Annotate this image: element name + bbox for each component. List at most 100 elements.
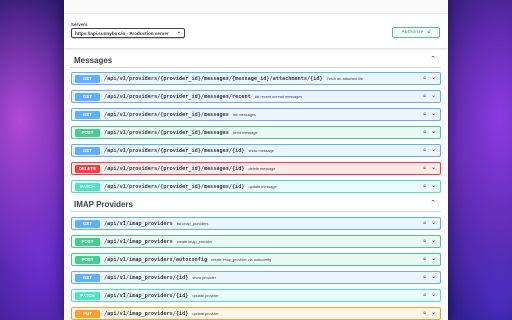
operation-path-wrap: /api/v1/providers/{provider_id}/messages…: [104, 148, 274, 155]
operation-summary: update provider: [192, 294, 219, 298]
http-method-badge: POST: [75, 129, 100, 137]
operation-summary: send message: [232, 131, 258, 135]
http-method-badge: GET: [75, 220, 100, 228]
lock-icon[interactable]: 🔒︎: [423, 111, 426, 118]
chevron-down-icon[interactable]: ⌄: [431, 92, 436, 99]
operation-block[interactable]: GET/api/v1/imap_providers/{id} show provi…: [71, 271, 441, 284]
http-method-badge: DELETE: [75, 165, 100, 173]
http-method-badge: PATCH: [75, 292, 100, 300]
tag-section-header[interactable]: IMAP Providers ⌃: [70, 198, 441, 212]
chevron-down-icon[interactable]: ⌄: [431, 110, 436, 117]
chevron-down-icon[interactable]: ⌄: [431, 219, 436, 226]
operation-block[interactable]: PATCH/api/v1/imap_providers/{id} update p…: [71, 289, 441, 302]
servers-select[interactable]: https://api.sunnybox.io - Production ser…: [71, 28, 185, 38]
operation-block[interactable]: POST/api/v1/imap_providers/autoconfig cre…: [71, 253, 441, 266]
operation-summary: create imap_provider via autoconfig: [211, 258, 272, 262]
chevron-down-icon[interactable]: ⌄: [431, 255, 436, 262]
lock-icon[interactable]: 🔒︎: [423, 256, 426, 263]
operation-path: /api/v1/imap_providers/{id}: [104, 293, 189, 299]
operation-summary: update provider: [192, 312, 219, 316]
operation-summary: delete message: [248, 167, 276, 171]
operation-path-wrap: /api/v1/imap_providers/{id} update provid…: [104, 311, 219, 318]
operation-path: /api/v1/imap_providers/{id}: [104, 311, 189, 317]
operation-path: /api/v1/imap_providers: [104, 221, 173, 227]
operation-path: /api/v1/imap_providers/{id}: [104, 275, 189, 281]
operation-path: /api/v1/imap_providers/autoconfig: [104, 257, 208, 263]
swagger-ui-window: Servers https://api.sunnybox.io - Produc…: [64, 0, 448, 320]
http-method-badge: GET: [75, 75, 100, 83]
operation-summary: Fetch an attached file: [326, 77, 363, 81]
chevron-down-icon[interactable]: ⌄: [431, 128, 436, 135]
operation-block[interactable]: GET/api/v1/providers/{provider_id}/messa…: [71, 90, 441, 103]
operation-path-wrap: /api/v1/imap_providers/autoconfig create …: [104, 257, 271, 264]
operation-path-wrap: /api/v1/providers/{provider_id}/messages…: [104, 94, 302, 101]
tag-section-header[interactable]: Messages ⌃: [70, 54, 441, 68]
http-method-badge: GET: [75, 274, 100, 282]
operation-path-wrap: /api/v1/providers/{provider_id}/messages…: [104, 166, 275, 173]
authorize-button[interactable]: Authorize 🔓︎: [392, 27, 440, 38]
operation-path: /api/v1/providers/{provider_id}/messages…: [104, 166, 245, 172]
operation-path-wrap: /api/v1/providers/{provider_id}/messages…: [104, 130, 258, 137]
servers-label: Servers: [71, 22, 88, 27]
info-section: [64, 0, 448, 14]
tag-section-title: Messages: [74, 56, 113, 65]
operation-block[interactable]: GET/api/v1/providers/{provider_id}/messa…: [71, 108, 441, 121]
chevron-up-icon[interactable]: ⌃: [430, 55, 436, 63]
chevron-down-icon[interactable]: ⌄: [431, 74, 436, 81]
operation-summary: list imap_providers: [176, 222, 209, 226]
chevron-down-icon[interactable]: ⌄: [431, 164, 436, 171]
chevron-down-icon[interactable]: ⌄: [431, 273, 436, 280]
operation-path: /api/v1/providers/{provider_id}/messages: [104, 112, 229, 118]
chevron-up-icon[interactable]: ⌃: [430, 199, 436, 207]
chevron-down-icon[interactable]: ⌄: [431, 309, 436, 316]
http-method-badge: GET: [75, 147, 100, 155]
http-method-badge: PUT: [75, 310, 100, 318]
http-method-badge: GET: [75, 111, 100, 119]
operation-path-wrap: /api/v1/providers/{provider_id}/messages…: [104, 76, 363, 83]
operation-summary: show message: [248, 149, 274, 153]
lock-icon[interactable]: 🔒︎: [423, 129, 426, 136]
operation-block[interactable]: GET/api/v1/providers/{provider_id}/messa…: [71, 144, 441, 157]
lock-icon[interactable]: 🔒︎: [423, 165, 426, 172]
chevron-down-icon[interactable]: ⌄: [431, 237, 436, 244]
operation-path: /api/v1/providers/{provider_id}/messages…: [104, 184, 245, 190]
operation-summary: list recent unread messages: [254, 95, 303, 99]
chevron-down-icon: ⌄: [176, 29, 181, 35]
operation-path-wrap: /api/v1/imap_providers/{id} update provid…: [104, 293, 219, 300]
operation-block[interactable]: PUT/api/v1/imap_providers/{id} update pro…: [71, 307, 441, 320]
operation-path-wrap: /api/v1/providers/{provider_id}/messages…: [104, 112, 256, 119]
lock-icon[interactable]: 🔒︎: [423, 238, 426, 245]
operation-block[interactable]: GET/api/v1/imap_providers list imap_provi…: [71, 217, 441, 230]
lock-icon[interactable]: 🔒︎: [423, 310, 426, 317]
operation-block[interactable]: PATCH/api/v1/providers/{provider_id}/mes…: [71, 180, 441, 193]
chevron-down-icon[interactable]: ⌄: [431, 291, 436, 298]
operation-summary: create imap_provider: [176, 240, 213, 244]
operation-path: /api/v1/providers/{provider_id}/messages…: [104, 94, 251, 100]
operation-path: /api/v1/providers/{provider_id}/messages: [104, 130, 229, 136]
http-method-badge: POST: [75, 256, 100, 264]
operation-summary: update message: [248, 185, 277, 189]
http-method-badge: GET: [75, 93, 100, 101]
lock-icon[interactable]: 🔒︎: [423, 274, 426, 281]
operation-summary: list messages: [232, 113, 256, 117]
lock-icon[interactable]: 🔒︎: [423, 292, 426, 299]
lock-icon[interactable]: 🔒︎: [423, 75, 426, 82]
lock-icon[interactable]: 🔒︎: [423, 183, 426, 190]
scheme-container: Servers https://api.sunnybox.io - Produc…: [64, 14, 448, 48]
operation-path: /api/v1/imap_providers: [104, 239, 173, 245]
operation-block[interactable]: GET/api/v1/providers/{provider_id}/messa…: [71, 72, 441, 85]
http-method-badge: PATCH: [75, 183, 100, 191]
operation-summary: show provider: [192, 276, 216, 280]
chevron-down-icon[interactable]: ⌄: [431, 182, 436, 189]
operation-path-wrap: /api/v1/imap_providers list imap_provider…: [104, 221, 208, 228]
operation-block[interactable]: POST/api/v1/imap_providers create imap_pr…: [71, 235, 441, 248]
operation-path: /api/v1/providers/{provider_id}/messages…: [104, 148, 245, 154]
lock-icon[interactable]: 🔒︎: [423, 147, 426, 154]
authorize-label: Authorize: [401, 30, 424, 35]
chevron-down-icon[interactable]: ⌄: [431, 146, 436, 153]
operation-block[interactable]: POST/api/v1/providers/{provider_id}/mess…: [71, 126, 441, 139]
tag-section-title: IMAP Providers: [74, 200, 133, 209]
lock-icon[interactable]: 🔒︎: [423, 220, 426, 227]
operation-block[interactable]: DELETE/api/v1/providers/{provider_id}/me…: [71, 162, 441, 175]
lock-icon[interactable]: 🔒︎: [423, 93, 426, 100]
